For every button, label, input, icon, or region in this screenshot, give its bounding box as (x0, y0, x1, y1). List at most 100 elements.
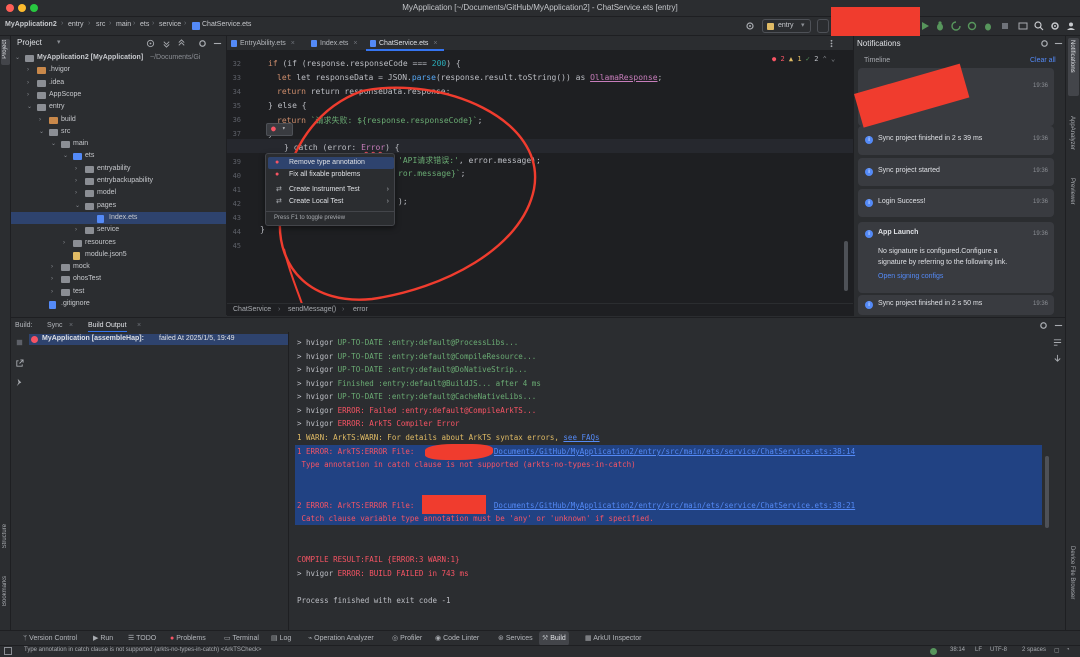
close-icon[interactable]: × (291, 40, 295, 47)
chevron-down-icon[interactable]: ⌄ (27, 101, 32, 113)
tree-item-resources[interactable]: › resources (11, 237, 226, 249)
device-selector[interactable] (817, 19, 829, 33)
collapse-all-icon[interactable] (177, 39, 186, 48)
chevron-right-icon[interactable]: › (75, 187, 77, 199)
file-encoding[interactable]: UTF-8 (990, 647, 1007, 653)
chevron-down-icon[interactable]: ⌄ (15, 52, 20, 64)
build-output-console[interactable]: > hvigor UP-TO-DATE :entry:default@Proce… (289, 332, 1065, 630)
tool-todo[interactable]: ☰ TODO (125, 631, 159, 646)
stop-icon[interactable] (15, 338, 24, 347)
tool-version-control[interactable]: ᛘ Version Control (20, 631, 80, 646)
hammer-icon[interactable] (745, 21, 755, 31)
caret-position[interactable]: 38:14 (950, 647, 965, 653)
chevron-down-icon[interactable]: ⌄ (63, 150, 68, 162)
run-config-selector[interactable]: entry ▾ (762, 19, 811, 33)
tree-item-build[interactable]: › build (11, 114, 226, 126)
editor-scrollbar[interactable] (844, 241, 848, 291)
breadcrumb-class[interactable]: ChatService (233, 306, 271, 313)
chevron-right-icon[interactable]: › (63, 237, 65, 249)
notification-card[interactable]: i Sync project finished in 2 s 50 ms 19:… (858, 295, 1054, 315)
structure-tool-button[interactable]: Structure (2, 524, 8, 548)
tree-item-model[interactable]: › model (11, 187, 226, 199)
breadcrumb-file[interactable]: ChatService.ets (202, 21, 251, 28)
scroll-to-end-icon[interactable] (1053, 354, 1062, 363)
chevron-right-icon[interactable]: › (27, 64, 29, 76)
notification-card[interactable]: i Login Success! 19:36 (858, 189, 1054, 217)
tool-profiler[interactable]: ◎ Profiler (389, 631, 425, 646)
see-faqs-link[interactable]: see FAQs (563, 433, 599, 442)
breadcrumb-method[interactable]: sendMessage() (288, 306, 336, 313)
chevron-right-icon[interactable]: › (27, 77, 29, 89)
breadcrumb-service[interactable]: service (159, 21, 181, 28)
run-icon[interactable] (920, 21, 930, 31)
gear-icon[interactable] (198, 39, 207, 48)
hide-panel-icon[interactable] (1054, 39, 1063, 48)
chevron-down-icon[interactable]: ⌄ (39, 126, 44, 138)
gear-icon[interactable] (1040, 39, 1049, 48)
stop-icon[interactable] (1000, 21, 1010, 31)
tree-item-entryability[interactable]: › entryability (11, 163, 226, 175)
hide-panel-icon[interactable] (213, 39, 222, 48)
tree-item-src[interactable]: ⌄ src (11, 126, 226, 138)
hide-panel-icon[interactable] (1054, 321, 1063, 330)
tab-index[interactable]: Index.ets × (307, 36, 365, 51)
pin-icon[interactable] (15, 378, 24, 387)
remove-type-annotation-item[interactable]: ● Remove type annotation (268, 157, 394, 169)
error1-file-link[interactable]: Documents/GitHub/MyApplication2/entry/sr… (494, 447, 855, 456)
tree-item-appscope[interactable]: › AppScope (11, 89, 226, 101)
tree-item-gitignore[interactable]: .gitignore (11, 298, 226, 310)
build-tree-item[interactable]: MyApplication [assembleHap]: failed At 2… (29, 334, 288, 345)
tool-terminal[interactable]: ▭ Terminal (221, 631, 262, 646)
error2-file-link[interactable]: Documents/GitHub/MyApplication2/entry/sr… (494, 501, 855, 510)
tool-code-linter[interactable]: ◉ Code Linter (432, 631, 482, 646)
breadcrumb-ets[interactable]: ets (140, 21, 149, 28)
open-external-icon[interactable] (15, 359, 24, 368)
lock-icon[interactable]: ▢ (1054, 647, 1060, 654)
tree-item-entry[interactable]: ⌄ entry (11, 101, 226, 113)
breadcrumb-entry[interactable]: entry (68, 21, 84, 28)
chevron-right-icon[interactable]: › (51, 273, 53, 285)
fix-all-problems-item[interactable]: ● Fix all fixable problems (268, 169, 394, 181)
chevron-right-icon[interactable]: › (75, 175, 77, 187)
tree-item-entrybackupability[interactable]: › entrybackupability (11, 175, 226, 187)
tool-run[interactable]: ▶ Run (90, 631, 116, 646)
tree-item-module-json5[interactable]: module.json5 (11, 249, 226, 261)
tool-services[interactable]: ⊛ Services (495, 631, 536, 646)
debug-icon[interactable] (935, 21, 945, 31)
expand-all-icon[interactable] (162, 39, 171, 48)
chevron-right-icon[interactable]: › (75, 163, 77, 175)
breadcrumb-src[interactable]: src (96, 21, 105, 28)
device-file-browser-tool-button[interactable]: Device File Browser (1069, 546, 1075, 599)
tree-item-service[interactable]: › service (11, 224, 226, 236)
chevron-down-icon[interactable]: ⌄ (75, 200, 80, 212)
account-icon[interactable] (1066, 21, 1076, 31)
tree-item-hvigor[interactable]: › .hvigor (11, 64, 226, 76)
tree-item-ets[interactable]: ⌄ ets (11, 150, 226, 162)
create-local-test-item[interactable]: ⇄ Create Local Test › (268, 196, 394, 208)
bookmarks-tool-button[interactable]: Bookmarks (2, 576, 8, 606)
chevron-right-icon[interactable]: › (27, 89, 29, 101)
panel-toggle-icon[interactable] (4, 647, 12, 655)
tool-operation-analyzer[interactable]: ⌁ Operation Analyzer (305, 631, 377, 646)
gear-icon[interactable] (1039, 321, 1048, 330)
tool-build[interactable]: ⚒ Build (539, 631, 569, 646)
tool-log[interactable]: ▤ Log (268, 631, 294, 646)
notification-card[interactable]: i App Launch 19:36 No signature is confi… (858, 222, 1054, 293)
minimize-window-button[interactable] (18, 4, 26, 12)
line-separator[interactable]: LF (975, 647, 982, 653)
tree-item-index-ets[interactable]: Index.ets (11, 211, 226, 224)
tree-item-test[interactable]: › test (11, 286, 226, 298)
close-icon[interactable]: × (433, 40, 437, 47)
appanalyzer-tool-button[interactable]: AppAnalyzer (1069, 116, 1075, 150)
open-signing-configs-link[interactable]: Open signing configs (878, 273, 943, 280)
tab-entryability[interactable]: EntryAbility.ets × (227, 36, 295, 51)
inspection-widget[interactable]: ● 2 ▲ 1 ✓ 2 ⌃ ⌄ (772, 55, 835, 63)
tree-item-main[interactable]: ⌄ main (11, 138, 226, 150)
previewer-tool-button[interactable]: Previewer (1069, 178, 1075, 205)
tree-item-ohostest[interactable]: › ohosTest (11, 273, 226, 285)
maximize-window-button[interactable] (30, 4, 38, 12)
chevron-right-icon[interactable]: › (39, 114, 41, 126)
locate-icon[interactable] (146, 39, 155, 48)
tree-item-pages[interactable]: ⌄ pages (11, 200, 226, 212)
device-manager-icon[interactable] (1018, 21, 1028, 31)
